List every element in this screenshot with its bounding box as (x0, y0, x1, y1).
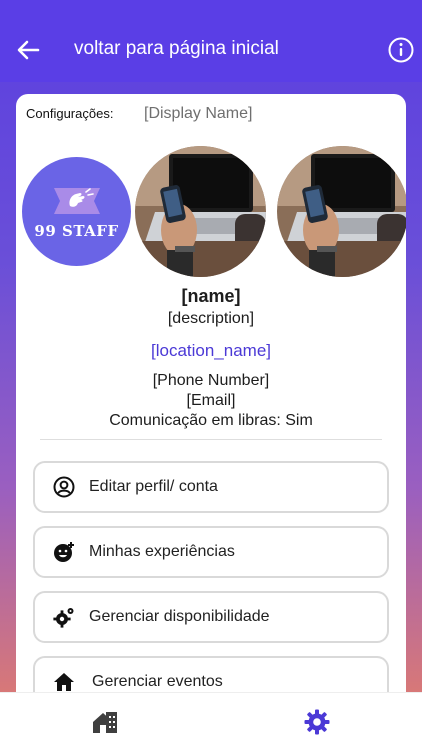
manage-events-label: Gerenciar eventos (92, 673, 223, 690)
edit-profile-label: Editar perfil/ conta (89, 478, 218, 495)
my-experiences-button[interactable]: Minhas experiências (33, 526, 389, 578)
gear-icon[interactable] (304, 709, 330, 735)
info-icon[interactable] (388, 37, 414, 63)
app-bar: voltar para página inicial (0, 0, 422, 82)
settings-label: Configurações: (26, 106, 114, 121)
email-address: [Email] (186, 392, 236, 409)
smile-plus-icon (54, 542, 74, 562)
profile-photo[interactable] (135, 146, 266, 277)
house-building-icon[interactable] (92, 710, 118, 734)
hand-wave-icon (53, 187, 100, 214)
manage-availability-button[interactable]: Gerenciar disponibilidade (33, 591, 389, 643)
company-logo: 99 STAFF (22, 157, 131, 266)
gears-icon (53, 608, 74, 628)
back-to-home-link[interactable]: voltar para página inicial (74, 38, 279, 60)
phone-number: [Phone Number] (152, 372, 270, 389)
display-name: [Display Name] (144, 105, 253, 122)
user-name: [name] (181, 286, 241, 306)
my-experiences-label: Minhas experiências (89, 543, 235, 560)
location-link[interactable]: [location_name] (16, 341, 406, 361)
user-circle-icon (53, 476, 75, 498)
libras-communication: Comunicação em libras: Sim (109, 412, 313, 429)
profile-photo-secondary[interactable] (277, 146, 406, 277)
manage-availability-label: Gerenciar disponibilidade (89, 608, 270, 625)
bottom-navigation (0, 692, 422, 750)
back-arrow-icon[interactable] (14, 36, 42, 64)
edit-profile-button[interactable]: Editar perfil/ conta (33, 461, 389, 513)
logo-text: 99 STAFF (34, 221, 119, 240)
home-icon (54, 673, 74, 691)
user-description: [description] (167, 310, 255, 327)
profile-card: Configurações: [Display Name] 99 STAFF [… (16, 94, 406, 714)
divider (40, 439, 382, 440)
